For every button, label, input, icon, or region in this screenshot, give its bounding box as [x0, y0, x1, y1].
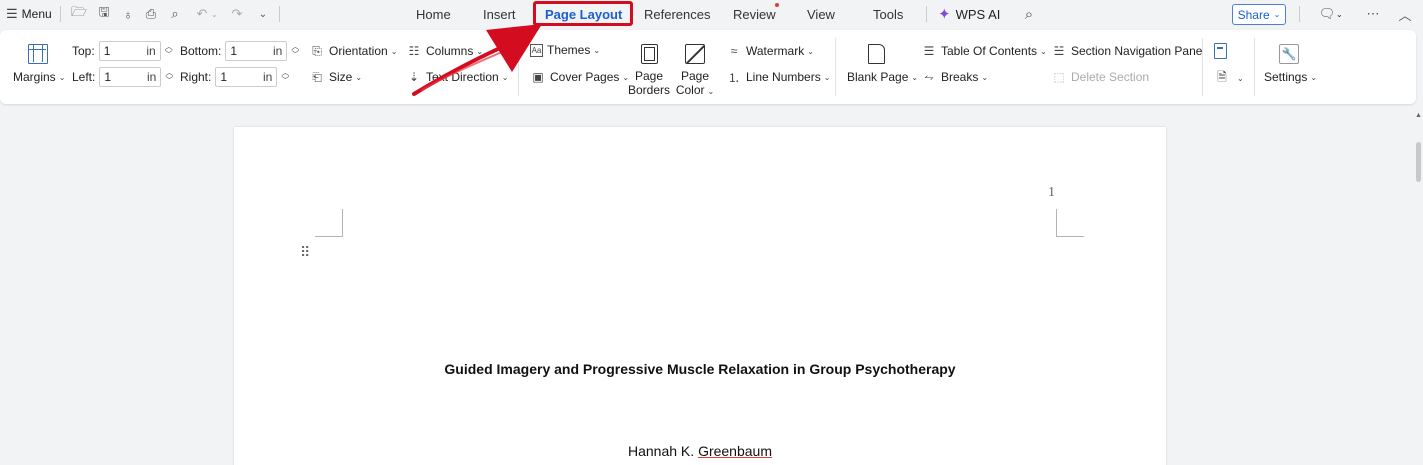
right-margin-stepper[interactable]: ︿ ﹀ [281, 69, 289, 85]
chevron-down-icon: ⌄ [58, 72, 66, 82]
tab-review[interactable]: Review [733, 0, 776, 28]
format-painter-icon[interactable]: ♁ [119, 5, 137, 23]
watermark-button[interactable]: ≈ Watermark ⌄ [726, 43, 814, 59]
bottom-margin-stepper[interactable]: ︿ ﹀ [291, 43, 299, 59]
themes-button[interactable]: Aa Themes ⌄ [530, 43, 600, 57]
left-margin-stepper[interactable]: ︿ ﹀ [165, 69, 173, 85]
tab-references[interactable]: References [644, 0, 710, 28]
section-nav-icon: ☱ [1053, 44, 1065, 58]
menu-label: Menu [21, 7, 52, 21]
more-icon[interactable]: ⋯ [1364, 5, 1382, 23]
columns-icon: ☷ [408, 44, 420, 58]
title-bar: ☰ Menu 🗁 🖫 ♁ ⎙ ⌕ ↶ ⌄ ↷ ⌄ Home Insert Page… [0, 0, 1423, 28]
print-icon[interactable]: ⎙ [142, 5, 160, 23]
document-author[interactable]: Hannah K. Greenbaum [234, 443, 1166, 459]
tab-insert[interactable]: Insert [483, 0, 516, 28]
page-size-icon: ⎗ [312, 69, 322, 84]
customize-dropdown-icon[interactable]: ⌄ [254, 5, 272, 23]
redo-icon[interactable]: ↷ [228, 5, 246, 23]
settings-button[interactable]: Settings ⌄ [1264, 70, 1317, 84]
watermark-icon: ≈ [730, 44, 738, 58]
bottom-label: Bottom: [180, 44, 222, 58]
menu-button[interactable]: ☰ Menu [6, 0, 52, 28]
sparkle-icon: ✦ [938, 6, 951, 23]
scroll-up-icon[interactable]: ▲ [1415, 112, 1422, 119]
page-borders-button[interactable]: Page Borders [628, 44, 670, 97]
highlight-box [533, 1, 633, 26]
orientation-icon: ⎘ [312, 43, 322, 58]
share-button[interactable]: Share ⌄ [1232, 4, 1286, 25]
tab-tools[interactable]: Tools [873, 0, 903, 28]
margin-corner-top-right [1056, 209, 1084, 237]
text-direction-button[interactable]: ⇣ Text Direction ⌄ [406, 69, 508, 85]
save-icon[interactable]: 🖫 [95, 4, 113, 23]
delete-section-button[interactable]: ⬚ Delete Section [1051, 69, 1149, 85]
page-borders-icon [640, 44, 658, 64]
tab-home[interactable]: Home [416, 0, 451, 28]
margins-button[interactable]: Margins ⌄ [13, 70, 65, 84]
right-label: Right: [180, 70, 212, 84]
blank-page-button[interactable]: Blank Page ⌄ [847, 70, 918, 84]
cover-pages-button[interactable]: ▣ Cover Pages ⌄ [530, 69, 629, 85]
themes-icon: Aa [530, 43, 543, 57]
ribbon-page-layout: Margins ⌄ Top: 1 in ︿ ﹀ Bottom: 1 in ︿ ﹀ Left… [0, 30, 1416, 104]
page-number-button[interactable]: 🗎 ⌄ [1214, 70, 1244, 86]
chevron-down-icon: ⌄ [1273, 10, 1281, 19]
margin-corner-top-left [315, 209, 343, 237]
page-color-icon [685, 44, 705, 64]
section-navigation-pane-button[interactable]: ☱ Section Navigation Pane [1051, 43, 1203, 59]
breaks-icon: ⥊ [924, 69, 934, 84]
search-icon[interactable]: ⌕ [1020, 5, 1038, 23]
hamburger-icon: ☰ [6, 6, 18, 21]
left-label: Left: [72, 70, 96, 84]
cover-page-icon: ▣ [532, 70, 544, 84]
top-margin-stepper[interactable]: ︿ ﹀ [165, 43, 173, 59]
page-number: 1 [1048, 185, 1055, 200]
review-notification-dot [775, 3, 779, 7]
open-folder-icon[interactable]: 🗁 [70, 4, 88, 23]
delete-section-icon: ⬚ [1053, 70, 1065, 84]
collapse-ribbon-icon[interactable]: ︿ [1396, 5, 1414, 23]
document-page[interactable]: 1 ⠿ Guided Imagery and Progressive Muscl… [234, 127, 1166, 465]
orientation-button[interactable]: ⎘ Orientation ⌄ [309, 43, 397, 59]
toc-icon: ☰ [923, 44, 935, 58]
columns-button[interactable]: ☷ Columns ⌄ [406, 43, 483, 59]
right-margin-input[interactable]: 1 in [215, 67, 278, 87]
left-margin-input[interactable]: 1 in [99, 67, 162, 87]
page-number-icon: 🗎 [1217, 69, 1227, 84]
page-color-button[interactable]: Page Color ⌄ [676, 44, 714, 99]
line-numbers-icon: ⒈ [727, 70, 740, 85]
undo-icon[interactable]: ↶ [193, 5, 211, 23]
blank-page-icon[interactable] [868, 44, 885, 64]
size-button[interactable]: ⎗ Size ⌄ [309, 69, 362, 85]
margins-icon[interactable] [28, 44, 48, 64]
bottom-margin-input[interactable]: 1 in [225, 41, 288, 61]
text-direction-icon: ⇣ [408, 70, 420, 84]
tab-view[interactable]: View [807, 0, 835, 28]
settings-icon[interactable]: 🔧 [1279, 44, 1299, 64]
scrollbar-thumb[interactable] [1416, 142, 1421, 182]
drag-handle-icon[interactable]: ⠿ [300, 245, 310, 259]
breaks-button[interactable]: ⥊ Breaks ⌄ [921, 69, 988, 85]
misspelled-word: Greenbaum [698, 443, 772, 459]
comment-icon[interactable]: 🗨 [1318, 5, 1336, 23]
document-title[interactable]: Guided Imagery and Progressive Muscle Re… [234, 361, 1166, 377]
table-of-contents-button[interactable]: ☰ Table Of Contents ⌄ [921, 43, 1047, 59]
header-footer-icon[interactable] [1214, 43, 1227, 59]
wps-ai-button[interactable]: ✦ WPS AI [938, 0, 1000, 28]
top-margin-input[interactable]: 1 in [98, 41, 161, 61]
line-numbers-button[interactable]: ⒈ Line Numbers ⌄ [726, 69, 830, 85]
top-label: Top: [72, 44, 95, 58]
print-preview-icon[interactable]: ⌕ [166, 5, 184, 23]
